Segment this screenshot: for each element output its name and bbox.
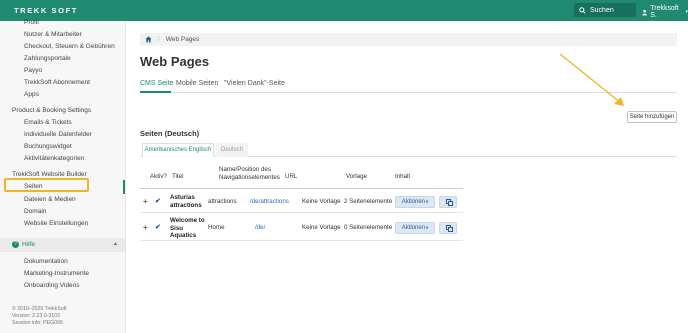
sidebar-item-kategorien[interactable]: Aktivitätenkategorien: [24, 155, 84, 162]
sidebar-item-website-einstellungen[interactable]: Website Einstellungen: [24, 220, 88, 227]
footer-copyright: © 2010–2025 TrekkSoft: [12, 306, 67, 312]
row-content-count: 0 Seitenelemente: [344, 224, 393, 231]
help-section-toggle[interactable]: ? Hilfe ▴: [0, 238, 125, 252]
tab-cms-seite[interactable]: CMS Seite: [140, 80, 173, 87]
sidebar-section-website: TrekkSoft Website Builder: [12, 171, 87, 178]
logo-text: TREKK SOFT: [14, 6, 78, 15]
search-box[interactable]: [574, 3, 636, 17]
user-icon: [642, 9, 647, 15]
sidebar-item-dokumentation[interactable]: Dokumentation: [24, 258, 68, 265]
top-bar: TREKK SOFT Trekksoft S. ▾: [0, 0, 688, 21]
breadcrumb-current: Web Pages: [165, 36, 200, 43]
check-icon[interactable]: ✔: [155, 223, 161, 231]
sidebar-item-marketing[interactable]: Marketing-Instrumente: [24, 270, 89, 277]
row-nav-name: Home: [208, 224, 225, 231]
th-aktiv: Aktiv?: [150, 173, 167, 180]
caret-down-icon: ▾: [426, 199, 429, 204]
expand-plus-icon[interactable]: +: [143, 223, 148, 232]
trekksoft-logo[interactable]: TREKK SOFT: [14, 6, 78, 15]
table-row: + ✔ Welcome to Sisu Aquatics Home /de/ K…: [140, 215, 463, 241]
page-title: Web Pages: [140, 54, 210, 69]
row-template: Keine Vorlage: [302, 224, 341, 231]
search-input[interactable]: [590, 6, 634, 14]
sidebar-item-checkout[interactable]: Checkout, Steuern & Gebühren: [24, 43, 115, 50]
active-indicator: [123, 180, 125, 194]
sidebar-item-dateien[interactable]: Dateien & Medien: [24, 196, 76, 203]
actions-dropdown-button[interactable]: Aktionen ▾: [395, 196, 435, 208]
row-title[interactable]: Asturias attractions: [170, 194, 208, 209]
th-inhalt: Inhalt: [395, 173, 411, 180]
user-menu[interactable]: Trekksoft S. ▾: [642, 5, 688, 19]
table-header-divider: [140, 188, 463, 189]
help-label: Hilfe: [22, 241, 36, 248]
caret-down-icon: ▾: [426, 225, 429, 230]
footer-session: Session info: PEG099: [12, 320, 63, 326]
th-url: URL: [285, 173, 298, 180]
sidebar-item-seiten[interactable]: Seiten: [24, 183, 42, 190]
tab-american-english[interactable]: Amerikanisches Englisch: [142, 143, 214, 157]
sidebar-item-payyo[interactable]: Payyo: [24, 67, 42, 74]
sidebar-item-datenfelder[interactable]: Individuelle Datenfelder: [24, 131, 92, 138]
home-icon[interactable]: [145, 36, 152, 43]
actions-label: Aktionen: [401, 199, 426, 205]
sidebar-section-booking: Product & Booking Settings: [12, 107, 92, 114]
sidebar-item-zahlungsportale[interactable]: Zahlungsportale: [24, 55, 71, 62]
active-item-highlight: [4, 178, 89, 192]
row-nav-name: attractions: [208, 198, 237, 205]
copy-button[interactable]: [439, 196, 457, 208]
section-title: Seiten (Deutsch): [140, 129, 200, 138]
tab-deutsch[interactable]: Deutsch: [216, 143, 248, 157]
actions-dropdown-button[interactable]: Aktionen ▾: [395, 222, 435, 234]
expand-plus-icon[interactable]: +: [143, 197, 148, 206]
sidebar-item-abonnement[interactable]: TrekkSoft Abonnement: [24, 79, 90, 86]
sidebar-item-profil[interactable]: Profil: [24, 19, 39, 26]
sidebar-item-emails[interactable]: Emails & Tickets: [24, 119, 72, 126]
actions-label: Aktionen: [401, 225, 426, 231]
active-tab-underline: [140, 91, 171, 93]
sidebar-item-nutzer[interactable]: Nutzer & Mitarbeiter: [24, 31, 82, 38]
sidebar: Profil Nutzer & Mitarbeiter Checkout, St…: [0, 19, 126, 333]
copy-button[interactable]: [439, 222, 457, 234]
search-icon: [579, 6, 586, 14]
chevron-up-icon: ▴: [114, 241, 118, 247]
footer-version: Version: 2.23.0-3103: [12, 313, 60, 319]
breadcrumb: / Web Pages: [140, 33, 677, 46]
th-vorlage: Vorlage: [346, 173, 367, 180]
help-icon: ?: [12, 241, 19, 248]
row-title[interactable]: Welcome to Sisu Aquatics: [170, 217, 208, 240]
language-tabs: Amerikanisches Englisch Deutsch: [140, 143, 677, 157]
sidebar-item-buchungswidget[interactable]: Buchungswidget: [24, 143, 72, 150]
copy-icon-front: [448, 201, 453, 206]
th-titel: Titel: [172, 173, 184, 180]
th-name-nav: Name/Position des Navigationselementes: [219, 166, 280, 181]
tab-mobile-seiten[interactable]: Mobile Seiten: [176, 80, 218, 87]
table-row: + ✔ Asturias attractions attractions /de…: [140, 191, 463, 213]
sidebar-item-onboarding[interactable]: Onboarding Videos: [24, 282, 80, 289]
row-url-link[interactable]: /de/: [255, 224, 265, 232]
tab-vielen-dank[interactable]: "Vielen Dank"-Seite: [224, 80, 285, 87]
sidebar-item-apps[interactable]: Apps: [24, 91, 39, 98]
annotation-arrow: [559, 53, 624, 106]
check-icon[interactable]: ✔: [155, 197, 161, 205]
row-content-count: 2 Seitenelemente: [344, 198, 393, 205]
sidebar-item-domain[interactable]: Domain: [24, 208, 46, 215]
user-name: Trekksoft S.: [650, 5, 679, 19]
row-url-link[interactable]: /de/attractions: [250, 198, 289, 206]
row-template: Keine Vorlage: [302, 198, 341, 205]
copy-icon-front: [448, 227, 453, 232]
add-page-button[interactable]: Seite hinzufügen: [627, 111, 677, 123]
